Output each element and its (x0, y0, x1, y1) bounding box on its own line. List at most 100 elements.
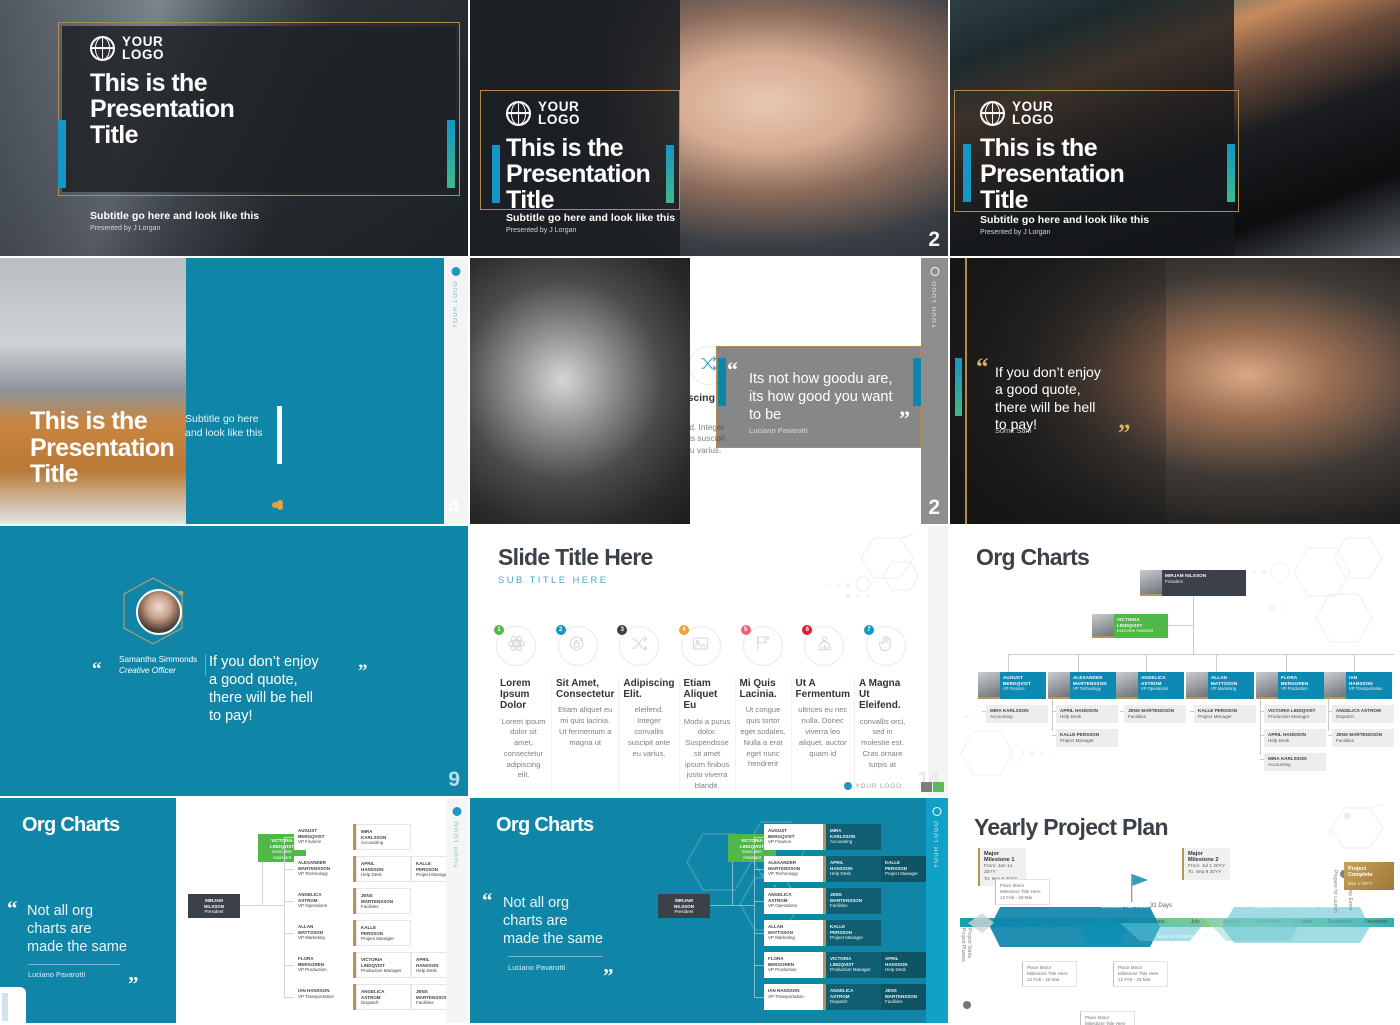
page-title: Org Charts (22, 814, 120, 836)
slide-three-columns[interactable]: Slide Title Here SUB TITLE HERE Lorem Ip… (470, 258, 950, 526)
column-1: Lorem Ipsum Dolor Lorem ipsum dolor sit a… (496, 678, 553, 793)
org-leaf-4-2: MIRA KARLSSONAccounting (1264, 753, 1326, 771)
icon-circle-4[interactable]: 4 (678, 625, 721, 666)
org-leaf-2-0: JENS MARTENSSON Facilities (1124, 705, 1186, 723)
org-leaf-3-0: KALLE PERSSON Project Manager (356, 920, 411, 946)
avatar (1116, 672, 1138, 699)
leaf-name: JENS MARTENSSON (830, 892, 863, 903)
control-next-button[interactable] (933, 782, 944, 792)
slide-controls[interactable] (921, 782, 944, 792)
org-leaf-0-0: MIRA KARLSSON Accounting (986, 705, 1048, 723)
slide-photo-quote[interactable]: “ If you don’t enjoy a good quote, there… (950, 258, 1400, 526)
org-leaf-5-0: ANGELICA ASTROM Dispatch (826, 984, 881, 1010)
globe-icon (932, 807, 942, 816)
column-4: Etiam Aliquet Eu Morbi a purus dolor. Sus… (680, 678, 736, 793)
connector-horizontal (1168, 625, 1194, 626)
logo-line-2: LOGO (538, 112, 581, 128)
footer-logo: YOUR LOGO (844, 782, 902, 790)
icon-circle-5[interactable]: 5 (740, 625, 783, 666)
org-leaf-1-0: APRIL HANSSON Help Desk (826, 856, 881, 882)
quote-open-icon: “ (92, 659, 102, 680)
node-name: MIRJAM NILSSON (673, 898, 694, 909)
connector-row-1 (284, 869, 294, 870)
badge-6: 6 (802, 625, 813, 635)
org-leaf-1-1: KALLE PERSSON Project Manager (1056, 729, 1118, 747)
connector-row-3 (754, 933, 764, 934)
node-role: VP Transportation (298, 993, 334, 999)
minor-dates: 12 Feb - 28 Mar (1000, 895, 1033, 901)
icon-circle-6[interactable]: 6 (802, 625, 845, 666)
slide-yearly-project-plan[interactable]: Yearly Project Plan JanuaryFebruaryMarch… (950, 798, 1400, 1025)
column-heading: Adipiscing Elit. (623, 678, 675, 701)
icon-circle-3[interactable]: 3 (617, 625, 660, 666)
accent-bar-right (666, 145, 674, 203)
node-name: FLORA BERGGREN (298, 956, 325, 967)
page-title: Slide Title Here (498, 544, 653, 570)
leaf-connector-1-1 (1052, 735, 1056, 736)
connector-assistant (732, 862, 733, 906)
org-leaf-1-0: APRIL HANSSON Help Desk (1056, 705, 1118, 723)
slide-teal-quote[interactable]: “ Samantha Simmonds Creative Officer If … (0, 526, 470, 798)
connector-down-2 (1146, 654, 1147, 672)
quote-open-icon: “ (482, 888, 493, 912)
node-role: President (1165, 578, 1183, 584)
slide-title-3[interactable]: YOUR LOGO This is the Presentation Title … (950, 0, 1400, 258)
control-prev-button[interactable] (921, 782, 932, 792)
leaf-connector-0-0 (982, 711, 986, 712)
avatar (978, 672, 1000, 699)
node-role: VP Technology (298, 871, 328, 877)
hand-icon (876, 634, 895, 658)
connector-row-1 (754, 869, 764, 870)
slide-title-1[interactable]: YOUR LOGO This is the Presentation Title … (0, 0, 470, 258)
quote-person-role: Creative Officer (119, 666, 176, 676)
complete-date: Dec 1 20YY (1348, 880, 1373, 886)
slide-title-2[interactable]: YOUR LOGO This is the Presentation Title … (470, 0, 950, 258)
page-subtitle: SUB TITLE HERE (498, 575, 609, 586)
globe-icon (844, 782, 853, 790)
icon-circle-2[interactable]: 2 (555, 625, 598, 666)
slide-teal-title[interactable]: This is the Presentation Title Subtitle … (0, 258, 470, 526)
slide-org-chart-white[interactable]: Org Charts “ Not all org charts are made… (0, 798, 470, 1025)
org-leaf-3-0: KALLE PERSSON Project Manager (1194, 705, 1256, 723)
column-5: Mi Quis Lacinia. Ut congue quis tortor eg… (736, 678, 792, 793)
slide-seven-columns[interactable]: Slide Title Here SUB TITLE HERE 1234567 … (470, 526, 950, 798)
node-name: ANGELICA ASTROM (298, 892, 322, 903)
node-name: ALEXANDER MARTENSSON (298, 860, 331, 871)
minor-dates: 12 Feb - 28 Mar (1027, 977, 1060, 983)
node-name: ALLAN MATTSSON (1211, 675, 1238, 686)
quote-open-icon: “ (7, 896, 18, 920)
column-heading: Etiam Aliquet Eu (683, 678, 718, 712)
org-node-lead-3: ALLAN MATTSSON VP Marketing (1186, 672, 1254, 699)
leaf-name: JENS MARTENSSON (885, 988, 918, 999)
connector-down-5 (1354, 654, 1355, 672)
org-node-lead-0: AUGUST BERGQVIST VP Finance (978, 672, 1046, 699)
org-node-lead-4: FLORA BERGGREN VP Production (764, 952, 826, 978)
leaf-role: Facilities (416, 1000, 434, 1006)
icon-circle-7[interactable]: 7 (863, 625, 906, 666)
column-heading: Mi Quis Lacinia. (739, 678, 777, 701)
divider (508, 956, 603, 957)
project-complete-badge: Project Complete Dec 1 20YY (1344, 862, 1394, 891)
slide-org-chart-teal[interactable]: Org Charts “ Not all org charts are made… (470, 798, 950, 1025)
node-role: President (674, 909, 694, 915)
column-heading: Ut A Fermentum (795, 678, 850, 701)
globe-icon (980, 100, 1005, 126)
column-body: Morbi a purus dolor. Suspendisse sit ame… (683, 716, 731, 791)
milestone-title: Major Milestone 1 (984, 851, 1015, 864)
connector-down-0 (1008, 654, 1009, 672)
leaf-role: Help Desk (830, 871, 851, 877)
connector-row-4 (754, 965, 764, 966)
org-leaf-5-0: ANGELICA ASTROM Dispatch (1332, 705, 1394, 723)
accent-bar-left (718, 358, 726, 406)
leaf-role: Help Desk (1060, 713, 1082, 719)
leaf-spine-4 (1260, 699, 1261, 755)
icon-circle-1[interactable]: 1 (494, 625, 536, 666)
node-role: VP Marketing (1211, 686, 1237, 692)
connector-row-3 (284, 933, 294, 934)
node-role: VP Production (1281, 686, 1308, 692)
column-3: Adipiscing Elit. eleifend. Integer conval… (619, 678, 680, 793)
slide-org-chart-photo[interactable]: Org Charts MIRJAM NILSSON President VICTOR… (950, 526, 1400, 798)
band-label: Easy to Reference Title (1157, 934, 1213, 940)
milestone-from: From: Jul 1 20YY (1188, 863, 1226, 869)
org-leaf-5-0: ANGELICA ASTROM Dispatch (356, 984, 411, 1010)
